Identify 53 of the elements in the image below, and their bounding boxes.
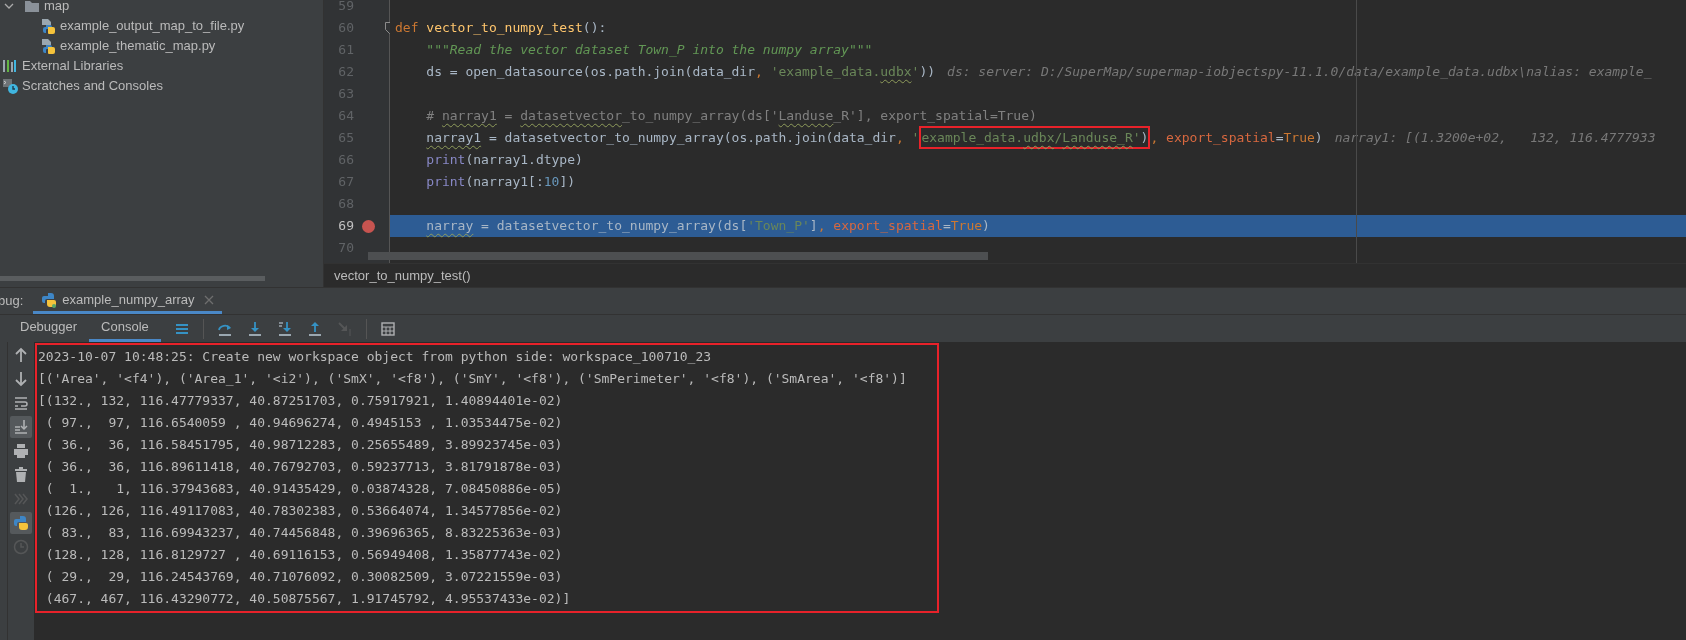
code-line: def vector_to_numpy_test():: [395, 19, 607, 37]
step-into-icon[interactable]: [246, 320, 263, 337]
console-line: ( 97., 97, 116.6540059 , 40.94696274, 0.4945153 , 1.03534475e-02): [44, 414, 564, 432]
code-line: narray = datasetvector_to_numpy_array(ds['Town_P'], export_spatial=True): [425, 217, 990, 235]
python-icon: [41, 291, 58, 308]
library-icon: [2, 59, 18, 73]
tree-item[interactable]: map: [44, 0, 70, 16]
console-line: (126., 126, 116.49117083, 40.78302383, 0.53664074, 1.34577856e-02): [44, 502, 564, 520]
clock-icon: [13, 539, 29, 555]
tool-button[interactable]: [10, 416, 32, 438]
code-line: print(narray1[:10]): [425, 173, 576, 191]
tree-item[interactable]: example_output_map_to_file.py: [60, 16, 245, 36]
python-file-icon: [40, 18, 56, 34]
console-line: (128., 128, 116.8129727 , 40.69116153, 0.56949408, 1.35877743e-02): [44, 546, 564, 564]
arrow-up-icon: [13, 347, 29, 363]
console-line: 2023-10-07 10:48:25: Create new workspace object from python side: workspace_100710_23: [38, 348, 713, 366]
scroll-to-end-icon: [13, 419, 29, 435]
console-line: ( 83., 83, 116.69943237, 40.74456848, 0.39696365, 8.83225363e-03): [44, 524, 564, 542]
calculator-icon[interactable]: [379, 320, 396, 337]
code-line: print(narray1.dtype): [425, 151, 583, 169]
breakpoint-icon[interactable]: [362, 219, 375, 233]
code-line: narray1 = datasetvector_to_numpy_array(os.path.join(data_dir, 'example_data.udbx/Landuse_R'), export_spatial=True) narray1: [(1.3200e+02, 132, 116.4777933: [395, 127, 1656, 149]
tree-item[interactable]: External Libraries: [22, 56, 124, 76]
console-line: ( 1., 1, 116.37943683, 40.91435429, 0.03874328, 7.08450886e-05): [44, 480, 564, 498]
tool-button[interactable]: [10, 512, 32, 534]
code-line: # narray1 = datasetvector_to_numpy_array(ds['Landuse_R'], export_spatial=True): [425, 107, 1037, 125]
python-file-icon: [40, 38, 56, 54]
chevron-icon[interactable]: [4, 1, 14, 11]
console-line: [(132., 132, 116.47779337, 40.87251703, 0.75917921, 1.40894401e-02): [38, 392, 564, 410]
console-line: [('Area', '<f4'), ('Area_1', '<i2'), ('SmX', '<f8'), ('SmY', '<f8'), ('SmPerimeter', '<f8'), ('SmArea', '<f8')]: [38, 370, 908, 388]
printer-icon: [13, 443, 29, 459]
code-line: """Read the vector dataset Town_P into the numpy array""": [425, 41, 873, 59]
subtab[interactable]: Debugger: [8, 315, 90, 342]
step-into-icon[interactable]: [276, 320, 293, 337]
scrollbar[interactable]: [368, 252, 988, 260]
breadcrumb[interactable]: vector_to_numpy_test(): [334, 265, 471, 286]
trash-icon: [13, 467, 29, 483]
arrow-down-icon: [13, 371, 29, 387]
console-line: ( 36., 36, 116.58451795, 40.98712283, 0.25655489, 3.89923745e-03): [44, 436, 564, 454]
double-chevron-icon: [13, 491, 29, 507]
soft-wrap-icon: [13, 395, 29, 411]
tree-item[interactable]: Scratches and Consoles: [22, 76, 163, 96]
scrollbar[interactable]: [0, 276, 265, 281]
console-clock-icon: [2, 78, 18, 94]
line-number: 69: [337, 217, 354, 236]
console-line: ( 29., 29, 116.24543769, 40.71076092, 0.30082509, 3.07221559e-03): [44, 568, 564, 586]
console-line: ( 36., 36, 116.89611418, 40.76792703, 0.59237713, 3.81791878e-03): [44, 458, 564, 476]
step-out-icon[interactable]: [306, 320, 323, 337]
console-line: (467., 467, 116.43290772, 40.50875567, 1.91745792, 4.95537433e-02)]: [44, 590, 572, 608]
folder-icon: [24, 0, 40, 13]
python-icon: [13, 515, 29, 531]
code-line: ds = open_datasource(os.path.join(data_dir, 'example_data.udbx')) ds: server: D:/SuperMap/supermap-iobjectspy-11.1.0/data/example_data.udbx\nalias: example_: [425, 63, 1652, 81]
tree-item[interactable]: example_thematic_map.py: [60, 36, 216, 56]
